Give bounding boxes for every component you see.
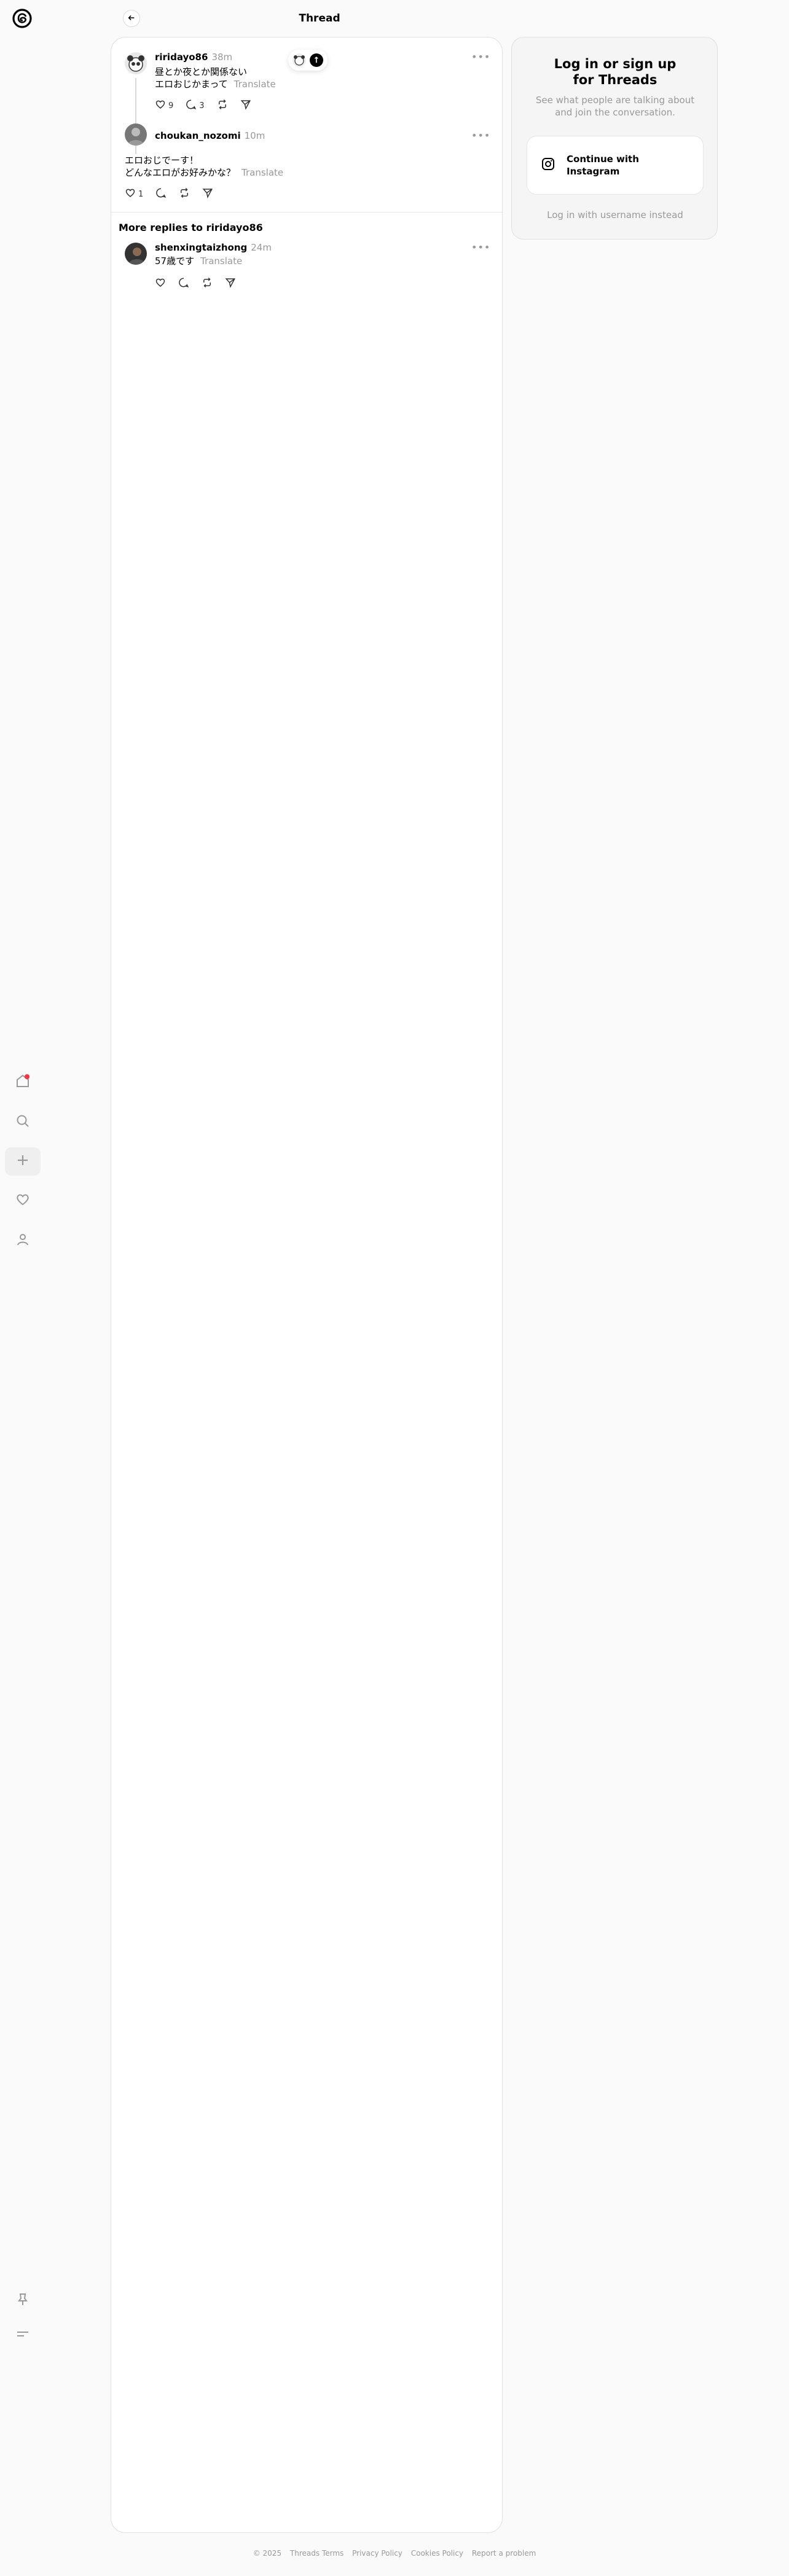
- menu-icon: [15, 2327, 30, 2344]
- avatar[interactable]: [125, 243, 147, 265]
- repost-button[interactable]: [217, 99, 228, 112]
- footer-link-terms[interactable]: Threads Terms: [290, 2549, 343, 2558]
- reply-time: 10m: [244, 130, 265, 141]
- translate-link[interactable]: Translate: [241, 167, 283, 178]
- create-nav-button[interactable]: [5, 1147, 41, 1176]
- translate-link[interactable]: Translate: [200, 256, 242, 267]
- send-icon: [202, 187, 213, 201]
- post-time: 38m: [211, 52, 233, 63]
- post-actions: 9 3: [155, 99, 251, 112]
- reply-actions: [155, 277, 236, 291]
- post-username[interactable]: riridayo86: [155, 52, 208, 63]
- send-icon: [225, 277, 236, 291]
- share-button[interactable]: [202, 187, 213, 201]
- reply-text: エロおじでーす！ どんなエロがお好みかな？ Translate: [125, 155, 284, 178]
- reply-button[interactable]: [178, 277, 189, 291]
- reply-header: choukan_nozomi 10m: [155, 130, 265, 142]
- search-icon: [15, 1114, 30, 1131]
- profile-nav-button[interactable]: [5, 1227, 41, 1255]
- share-button[interactable]: [225, 277, 236, 291]
- plus-icon: [15, 1153, 30, 1170]
- divider: [111, 212, 502, 213]
- send-icon: [240, 99, 251, 112]
- back-button[interactable]: [123, 10, 140, 27]
- footer-link-cookies[interactable]: Cookies Policy: [411, 2549, 463, 2558]
- pin-nav-button[interactable]: [5, 2287, 41, 2315]
- arrow-left-icon: [127, 13, 136, 25]
- reply-text: 57歳です Translate: [155, 256, 243, 267]
- like-button[interactable]: 1: [125, 187, 143, 201]
- more-options-button[interactable]: •••: [471, 130, 490, 141]
- translate-link[interactable]: Translate: [234, 79, 276, 90]
- arrow-up-icon: ↑: [310, 53, 323, 67]
- pin-icon: [15, 2292, 30, 2309]
- avatar[interactable]: [125, 52, 147, 74]
- continue-with-instagram-button[interactable]: Continue with Instagram: [527, 136, 704, 195]
- like-button[interactable]: [155, 277, 166, 291]
- login-card: Log in or sign up for Threads See what p…: [511, 37, 718, 240]
- instagram-icon: [541, 157, 555, 174]
- instagram-button-label: Continue with Instagram: [567, 154, 639, 177]
- page-title: Thread: [299, 12, 340, 25]
- footer-link-privacy[interactable]: Privacy Policy: [352, 2549, 402, 2558]
- repost-button[interactable]: [179, 187, 190, 201]
- repost-icon: [179, 187, 190, 201]
- share-button[interactable]: [240, 99, 251, 112]
- heart-icon: [125, 187, 136, 201]
- avatar: [292, 53, 306, 67]
- threads-logo-icon[interactable]: [11, 7, 33, 29]
- search-nav-button[interactable]: [5, 1108, 41, 1136]
- comment-icon: [186, 99, 197, 112]
- reply-username[interactable]: shenxingtaizhong: [155, 242, 247, 253]
- reply-actions: 1: [125, 187, 213, 201]
- repost-icon: [217, 99, 228, 112]
- username-login-link[interactable]: Log in with username instead: [512, 209, 718, 221]
- avatar[interactable]: [125, 123, 147, 146]
- reply-username[interactable]: choukan_nozomi: [155, 130, 241, 141]
- post-text: 昼とか夜とか関係ない エロおじかまって Translate: [155, 66, 276, 90]
- reply-header: shenxingtaizhong 24m: [155, 241, 272, 254]
- repost-icon: [202, 277, 213, 291]
- like-button[interactable]: 9: [155, 99, 173, 112]
- more-options-button[interactable]: •••: [471, 241, 490, 253]
- comment-icon: [178, 277, 189, 291]
- footer-copyright: © 2025: [253, 2549, 282, 2558]
- comment-icon: [155, 187, 167, 201]
- heart-icon: [15, 1192, 30, 1209]
- footer-link-report[interactable]: Report a problem: [472, 2549, 536, 2558]
- reply-button[interactable]: [155, 187, 167, 201]
- heart-icon: [155, 99, 166, 112]
- post-header: riridayo86 38m: [155, 51, 232, 63]
- login-title: Log in or sign up for Threads: [554, 57, 677, 87]
- login-subtitle: See what people are talking about and jo…: [535, 95, 695, 118]
- more-replies-title: More replies to riridayo86: [119, 222, 263, 233]
- heart-icon: [155, 277, 166, 291]
- notification-dot: [25, 1074, 29, 1079]
- repost-button[interactable]: [202, 277, 213, 291]
- home-nav-button[interactable]: [5, 1068, 41, 1096]
- new-posts-bubble[interactable]: ↑: [288, 50, 328, 71]
- person-icon: [15, 1232, 30, 1249]
- more-options-button[interactable]: •••: [471, 51, 490, 63]
- menu-nav-button[interactable]: [5, 2321, 41, 2349]
- thread-column: riridayo86 38m ••• 昼とか夜とか関係ない エロおじかまって Tra…: [111, 37, 503, 2533]
- footer: © 2025 Threads Terms Privacy Policy Cook…: [0, 2549, 789, 2558]
- reply-button[interactable]: 3: [186, 99, 205, 112]
- reply-time: 24m: [251, 242, 272, 253]
- activity-nav-button[interactable]: [5, 1187, 41, 1215]
